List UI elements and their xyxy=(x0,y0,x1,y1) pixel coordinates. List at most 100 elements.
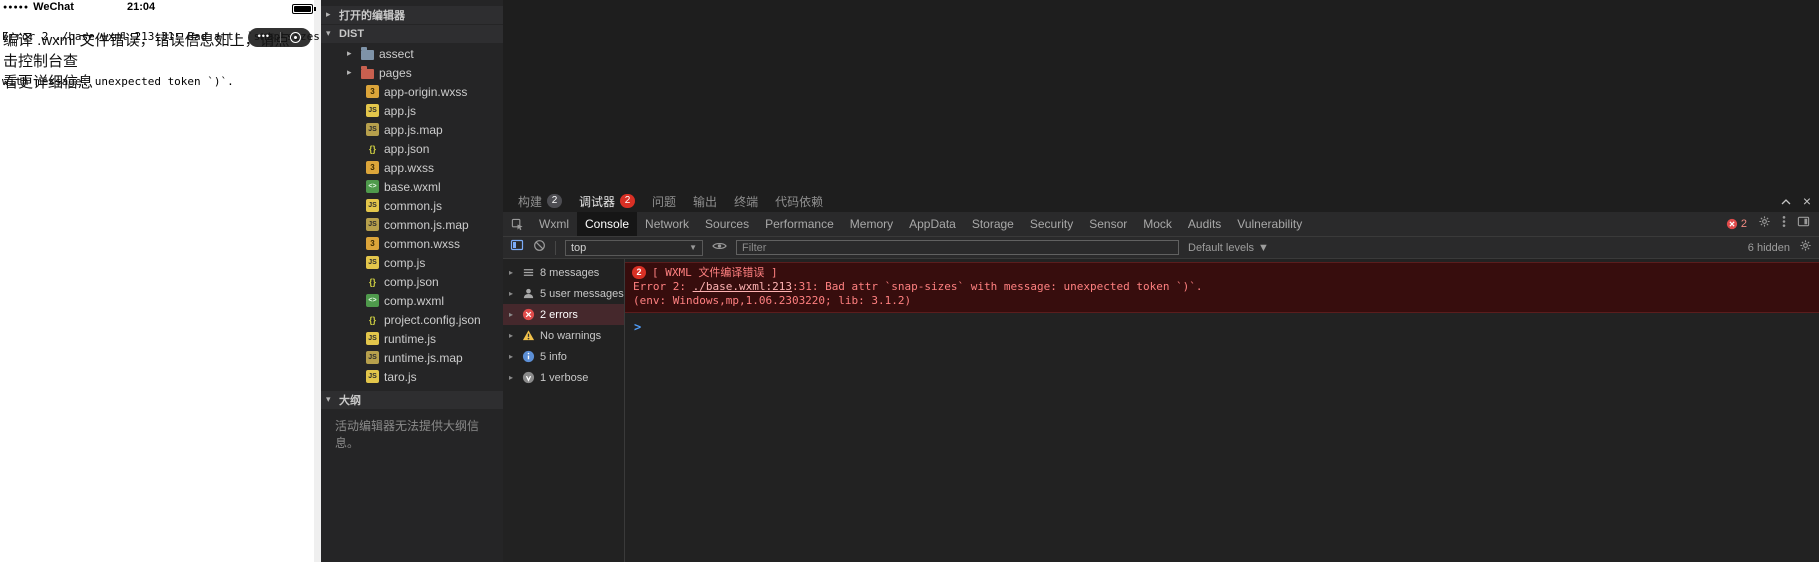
filter-input[interactable] xyxy=(736,240,1179,255)
file-item[interactable]: {} comp.json xyxy=(321,272,503,291)
console-filter-item[interactable]: ▸ 5 info xyxy=(503,346,624,367)
panel-tab[interactable]: 输出 xyxy=(693,193,717,210)
chevron-down-icon: ▾ xyxy=(326,29,331,39)
more-options-icon[interactable] xyxy=(1782,215,1786,233)
error-prefix: Error 2: xyxy=(633,280,693,293)
close-panel-button[interactable]: × xyxy=(1803,194,1811,208)
error-icon xyxy=(522,308,535,321)
devtools-tab[interactable]: Memory xyxy=(842,212,901,236)
section-open-editors[interactable]: ▸ 打开的编辑器 xyxy=(321,6,503,24)
file-type-icon: JS xyxy=(366,256,379,269)
devtools-tab[interactable]: Security xyxy=(1022,212,1081,236)
devtools-tab[interactable]: Sensor xyxy=(1081,212,1135,236)
devtools-tab[interactable]: Audits xyxy=(1180,212,1229,236)
dock-side-icon[interactable] xyxy=(1797,215,1810,233)
context-selector[interactable]: top ▼ xyxy=(565,239,703,256)
file-name: common.js xyxy=(384,198,443,213)
devtools-actions: 2 xyxy=(1726,212,1819,236)
panel-tab[interactable]: 调试器 2 xyxy=(579,193,636,210)
file-type-icon: 3 xyxy=(366,161,379,174)
hidden-count-label: 6 hidden xyxy=(1747,241,1790,254)
panel-tab-badge: 2 xyxy=(547,194,563,208)
devtools-tab[interactable]: Console xyxy=(577,212,638,236)
file-item[interactable]: {} app.json xyxy=(321,139,503,158)
source-link[interactable]: ./base.wxml:213 xyxy=(693,280,792,293)
log-levels-dropdown[interactable]: Default levels ▼ xyxy=(1188,242,1269,254)
file-explorer: ▸ 打开的编辑器 ▾ DIST ▸ assect ▸ pages 3 app-o… xyxy=(321,0,503,562)
devtools-tab[interactable]: Vulnerability xyxy=(1229,212,1310,236)
file-item[interactable]: <> base.wxml xyxy=(321,177,503,196)
chevron-right-icon: ▸ xyxy=(509,331,514,340)
devtools-tab[interactable]: Wxml xyxy=(531,212,577,236)
file-name: runtime.js xyxy=(384,331,437,346)
panel-tab-label: 输出 xyxy=(693,194,718,209)
folder-name: assect xyxy=(379,46,414,61)
file-item[interactable]: JS runtime.js.map xyxy=(321,348,503,367)
folder-item[interactable]: ▸ assect xyxy=(321,44,503,63)
console-input-row[interactable]: > xyxy=(625,313,1819,334)
panel-tab-badge: 2 xyxy=(620,194,636,208)
console-body: ▸ 8 messages ▸ 5 user messages ▸ 2 error… xyxy=(503,259,1819,562)
maximize-panel-button[interactable] xyxy=(1781,192,1791,210)
file-item[interactable]: JS app.js.map xyxy=(321,120,503,139)
error-title: [ WXML 文件编译错误 ] xyxy=(652,266,778,279)
file-name: comp.wxml xyxy=(384,293,445,308)
file-item[interactable]: {} project.config.json xyxy=(321,310,503,329)
filter-label: 2 errors xyxy=(540,308,578,321)
more-menu-button[interactable]: ••• xyxy=(258,31,270,44)
devtools-tab[interactable]: Performance xyxy=(757,212,842,236)
panel-tab[interactable]: 代码依赖 xyxy=(775,193,823,210)
console-settings-gear-icon[interactable] xyxy=(1799,239,1812,257)
file-name: base.wxml xyxy=(384,179,441,194)
console-filter-item[interactable]: ▸ 5 user messages xyxy=(503,283,624,304)
panel-tab[interactable]: 终端 xyxy=(734,193,758,210)
simulator-panel: Error 2 ./base.wxml:213:31: Bad attr `sn… xyxy=(0,0,321,562)
devtools-tab[interactable]: Network xyxy=(637,212,697,236)
error-count-indicator[interactable]: 2 xyxy=(1726,218,1747,230)
devtools-tab[interactable]: Sources xyxy=(697,212,757,236)
folder-item[interactable]: ▸ pages xyxy=(321,63,503,82)
file-item[interactable]: JS taro.js xyxy=(321,367,503,386)
file-item[interactable]: 3 common.wxss xyxy=(321,234,503,253)
file-item[interactable]: 3 app-origin.wxss xyxy=(321,82,503,101)
log-levels-label: Default levels xyxy=(1188,241,1255,254)
file-item[interactable]: JS runtime.js xyxy=(321,329,503,348)
file-item[interactable]: <> comp.wxml xyxy=(321,291,503,310)
warning-icon xyxy=(522,329,535,342)
file-list: 3 app-origin.wxss JS app.js JS app.js.ma… xyxy=(321,82,503,386)
exit-button[interactable] xyxy=(290,32,302,43)
file-type-icon: JS xyxy=(366,332,379,345)
section-outline[interactable]: ▾ 大纲 xyxy=(321,391,503,409)
inspect-element-button[interactable] xyxy=(503,212,531,236)
file-type-icon: <> xyxy=(366,294,379,307)
panel-tab[interactable]: 问题 xyxy=(652,193,676,210)
devtools-tab[interactable]: Storage xyxy=(964,212,1022,236)
clear-console-button[interactable] xyxy=(533,239,546,257)
console-filter-item[interactable]: ▸ No warnings xyxy=(503,325,624,346)
console-filter-item[interactable]: ▸ 2 errors xyxy=(503,304,624,325)
file-name: app.js.map xyxy=(384,122,443,137)
panel-tab-label: 构建 xyxy=(518,194,543,209)
console-toolbar: top ▼ Default levels ▼ 6 hidden xyxy=(503,237,1819,259)
live-expression-eye-icon[interactable] xyxy=(712,239,727,257)
console-filter-item[interactable]: ▸ 1 verbose xyxy=(503,367,624,388)
file-item[interactable]: JS comp.js xyxy=(321,253,503,272)
panel-tab[interactable]: 构建 2 xyxy=(518,193,563,210)
file-item[interactable]: 3 app.wxss xyxy=(321,158,503,177)
devtools-tab-label: Memory xyxy=(849,217,894,231)
settings-gear-icon[interactable] xyxy=(1758,215,1771,233)
devtools-tab[interactable]: Mock xyxy=(1135,212,1180,236)
toolbar-divider xyxy=(555,240,556,255)
file-type-icon: {} xyxy=(368,276,376,287)
status-bar: ●●●●● WeChat xyxy=(3,1,74,13)
console-sidebar-toggle[interactable] xyxy=(510,238,524,257)
console-prompt-chevron: > xyxy=(634,320,642,334)
section-dist[interactable]: ▾ DIST xyxy=(321,25,503,43)
chevron-down-icon: ▾ xyxy=(326,395,331,405)
console-filter-item[interactable]: ▸ 8 messages xyxy=(503,262,624,283)
file-item[interactable]: JS common.js.map xyxy=(321,215,503,234)
file-name: project.config.json xyxy=(384,312,481,327)
file-item[interactable]: JS common.js xyxy=(321,196,503,215)
devtools-tab[interactable]: AppData xyxy=(901,212,964,236)
file-item[interactable]: JS app.js xyxy=(321,101,503,120)
